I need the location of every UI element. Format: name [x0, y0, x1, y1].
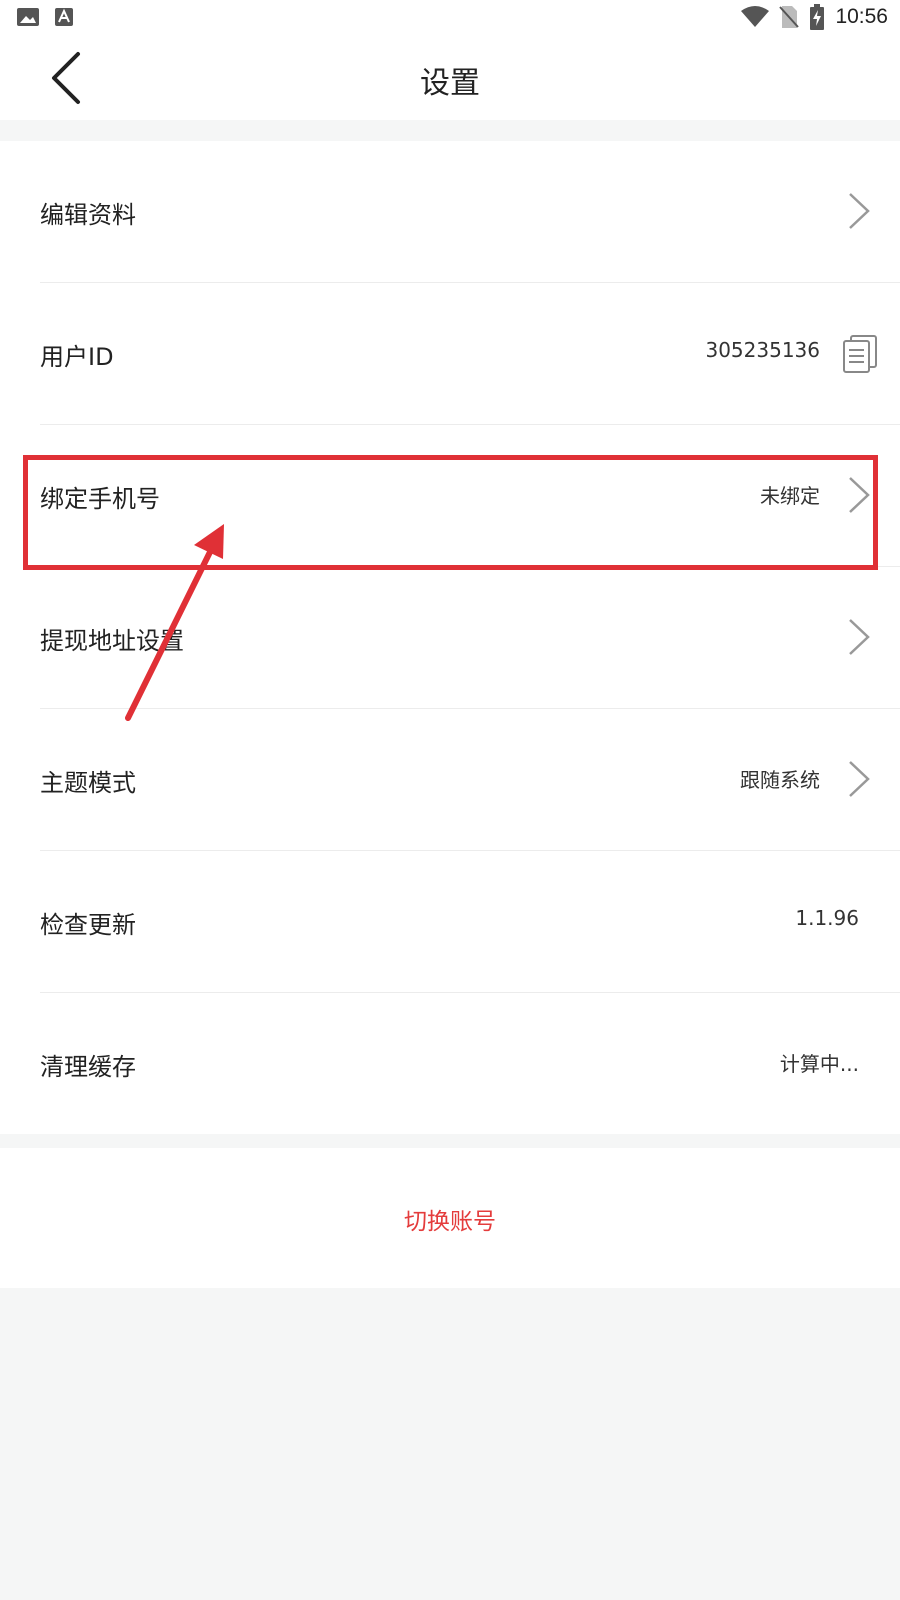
status-bar-left — [17, 8, 73, 26]
edit-profile-label: 编辑资料 — [40, 201, 136, 229]
font-a-icon — [55, 8, 73, 26]
image-icon — [17, 8, 39, 26]
settings-row-clear-cache[interactable]: 清理缓存 计算中... — [40, 993, 900, 1134]
page-title: 设置 — [420, 66, 480, 101]
highlight-box — [23, 455, 878, 570]
check-update-label: 检查更新 — [40, 911, 136, 939]
settings-row-user-id[interactable]: 用户ID 305235136 — [40, 283, 900, 425]
chevron-right-icon — [849, 619, 870, 655]
status-time: 10:56 — [835, 5, 888, 28]
check-update-value: 1.1.96 — [795, 906, 859, 930]
settings-row-check-update[interactable]: 检查更新 1.1.96 — [40, 851, 900, 993]
status-bar-right: 10:56 — [741, 4, 888, 30]
theme-mode-label: 主题模式 — [40, 769, 136, 797]
settings-row-theme-mode[interactable]: 主题模式 跟随系统 — [40, 709, 900, 851]
settings-row-withdraw-address[interactable]: 提现地址设置 — [40, 567, 900, 709]
battery-charging-icon — [810, 4, 825, 30]
chevron-right-icon — [849, 193, 870, 229]
user-id-value: 305235136 — [705, 338, 820, 362]
wifi-icon — [741, 6, 770, 27]
copy-icon[interactable] — [842, 335, 878, 373]
no-sim-icon — [779, 6, 800, 28]
withdraw-address-label: 提现地址设置 — [40, 627, 184, 655]
switch-account-section: 切换账号 — [0, 1148, 900, 1288]
clear-cache-label: 清理缓存 — [40, 1053, 136, 1081]
status-bar: 10:56 — [0, 0, 900, 36]
settings-row-edit-profile[interactable]: 编辑资料 — [40, 141, 900, 283]
user-id-label: 用户ID — [40, 343, 114, 371]
chevron-right-icon — [849, 761, 870, 797]
settings-list: 编辑资料 用户ID 305235136 绑定手机号 未绑定 提现地址设置 主题模… — [0, 141, 900, 1134]
switch-account-button[interactable]: 切换账号 — [0, 1202, 900, 1236]
theme-mode-value: 跟随系统 — [740, 768, 820, 792]
clear-cache-value: 计算中... — [779, 1052, 859, 1076]
app-header: 设置 — [0, 36, 900, 120]
